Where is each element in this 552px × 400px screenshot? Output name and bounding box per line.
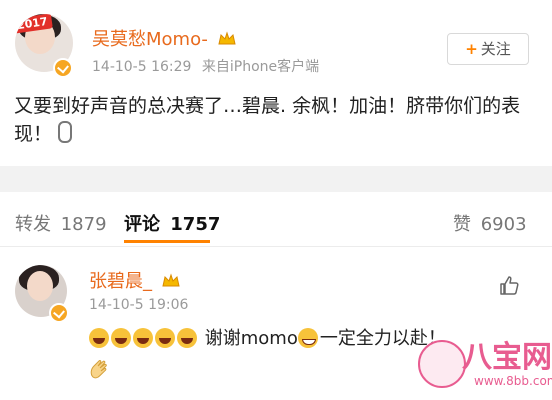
post-body: 又要到好声音的总决赛了…碧晨. 余枫！加油！脐带你们的表现！ [14,95,521,145]
follow-button[interactable]: + 关注 [447,33,529,65]
comment-timestamp: 14-10-5 19:06 [89,297,189,313]
comment-item: 张碧晨_ 14-10-5 19:06 谢谢momo 一定全力以赴！ [0,247,552,400]
emoji-laugh-icon [133,328,153,348]
verified-icon [53,58,73,78]
watermark-logo [418,340,466,388]
clap-icon [90,360,107,379]
post-timestamp: 14-10-5 16:29 [92,59,192,75]
post-source: 来自iPhone客户端 [201,59,320,75]
like-icon[interactable] [498,274,520,296]
watermark-url: www.8bb.com [474,374,552,388]
post-author-text: 吴莫愁Momo- [92,29,208,50]
active-tab-indicator [124,240,210,243]
section-separator [0,166,552,192]
comment-author-text: 张碧晨_ [89,271,152,292]
emoji-laugh-icon [89,328,109,348]
comment-author-name[interactable]: 张碧晨_ [89,267,180,293]
mic-icon [58,121,73,143]
crown-icon [218,31,236,45]
tab-like-label: 赞 [453,214,471,235]
comment-text-mid: 谢谢momo [204,328,298,349]
emoji-laugh-icon [155,328,175,348]
tab-repost-count: 1879 [60,214,107,235]
comment-text: 谢谢momo 一定全力以赴！ [89,327,446,351]
tab-like-count: 6903 [480,214,527,235]
watermark-brand: 八宝网 [462,340,552,375]
tab-comment-label: 评论 [124,214,160,235]
tab-like[interactable]: 赞 6903 [453,210,527,236]
emoji-laugh-icon [177,328,197,348]
tab-comment-count: 1757 [170,214,221,235]
plus-icon: + [465,40,478,58]
weibo-post: 2017 吴莫愁Momo- 14-10-5 16:29 来自iPhone客户端 … [0,0,552,166]
follow-label: 关注 [480,40,511,58]
post-author-name[interactable]: 吴莫愁Momo- [92,25,236,51]
commenter-avatar-face [27,271,53,301]
post-meta: 14-10-5 16:29 来自iPhone客户端 [92,56,319,76]
emoji-laugh-icon [111,328,131,348]
post-text: 又要到好声音的总决赛了…碧晨. 余枫！加油！脐带你们的表现！ [14,92,524,148]
tab-comment[interactable]: 评论 1757 [124,210,220,236]
crown-icon [162,273,180,287]
commenter-verified-icon [49,303,69,323]
tab-repost-label: 转发 [15,214,51,235]
emoji-grin-icon [297,328,318,348]
post-tabs: 转发 1879 评论 1757 赞 6903 [0,192,552,247]
tab-repost[interactable]: 转发 1879 [15,210,107,236]
